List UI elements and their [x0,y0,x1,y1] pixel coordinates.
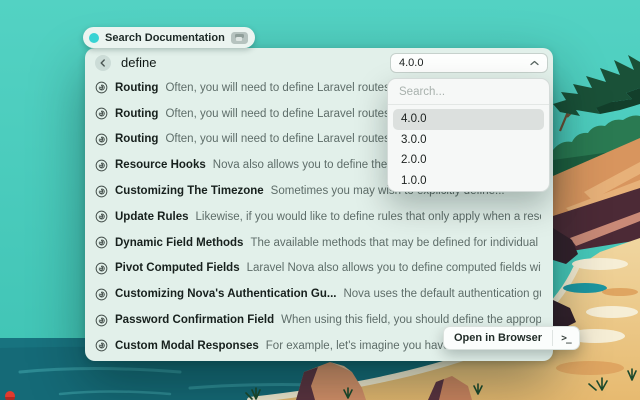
result-title: Password Confirmation Field [115,314,274,326]
result-snippet: Laravel Nova also allows you to define c… [247,262,541,274]
section-swirl-icon [95,81,108,94]
result-snippet: Nova uses the default authentication gua… [343,288,541,300]
result-row[interactable]: Customizing Nova's Authentication Gu... … [85,281,553,307]
dropdown-options: 4.0.0 3.0.0 2.0.0 1.0.0 [388,105,549,192]
result-snippet: When using this field, you should define… [281,314,541,326]
dropdown-option[interactable]: 1.0.0 [393,171,544,192]
result-title: Update Rules [115,211,189,223]
section-swirl-icon [95,339,108,352]
section-swirl-icon [95,185,108,198]
chevron-up-icon [530,60,539,66]
version-dropdown: Search... 4.0.0 3.0.0 2.0.0 1.0.0 [387,78,550,192]
result-title: Custom Modal Responses [115,340,259,352]
result-snippet: Likewise, if you would like to define ru… [196,211,542,223]
result-snippet: The available methods that may be define… [250,237,541,249]
result-title: Routing [115,108,158,120]
result-title: Customizing The Timezone [115,185,264,197]
result-title: Routing [115,82,158,94]
section-swirl-icon [95,159,108,172]
result-row[interactable]: Pivot Computed Fields Laravel Nova also … [85,256,553,282]
dropdown-option[interactable]: 3.0.0 [393,130,544,151]
search-documentation-launcher[interactable]: Search Documentation [83,27,255,48]
result-row[interactable]: Dynamic Field Methods The available meth… [85,230,553,256]
chevron-left-icon [99,59,107,67]
dropdown-search-input[interactable]: Search... [388,79,549,104]
result-title: Customizing Nova's Authentication Gu... [115,288,336,300]
launcher-label: Search Documentation [105,32,225,44]
open-in-browser-group: Open in Browser >_ [443,326,580,350]
app-dot-icon [89,33,99,43]
result-title: Dynamic Field Methods [115,237,243,249]
dropdown-option[interactable]: 4.0.0 [393,109,544,130]
section-swirl-icon [95,262,108,275]
window-badge-icon [231,32,248,44]
result-title: Routing [115,133,158,145]
back-button[interactable] [95,55,111,71]
dropdown-option[interactable]: 2.0.0 [393,150,544,171]
section-swirl-icon [95,210,108,223]
section-swirl-icon [95,288,108,301]
section-swirl-icon [95,107,108,120]
terminal-icon[interactable]: >_ [553,327,579,349]
result-row[interactable]: Update Rules Likewise, if you would like… [85,204,553,230]
version-select[interactable]: 4.0.0 [390,53,548,73]
open-in-browser-button[interactable]: Open in Browser [444,327,552,349]
search-query-input[interactable]: define [121,55,156,70]
panel-header: define 4.0.0 [85,48,553,78]
section-swirl-icon [95,236,108,249]
version-select-value: 4.0.0 [399,57,423,69]
result-title: Resource Hooks [115,159,206,171]
section-swirl-icon [95,133,108,146]
result-title: Pivot Computed Fields [115,262,240,274]
section-swirl-icon [95,314,108,327]
